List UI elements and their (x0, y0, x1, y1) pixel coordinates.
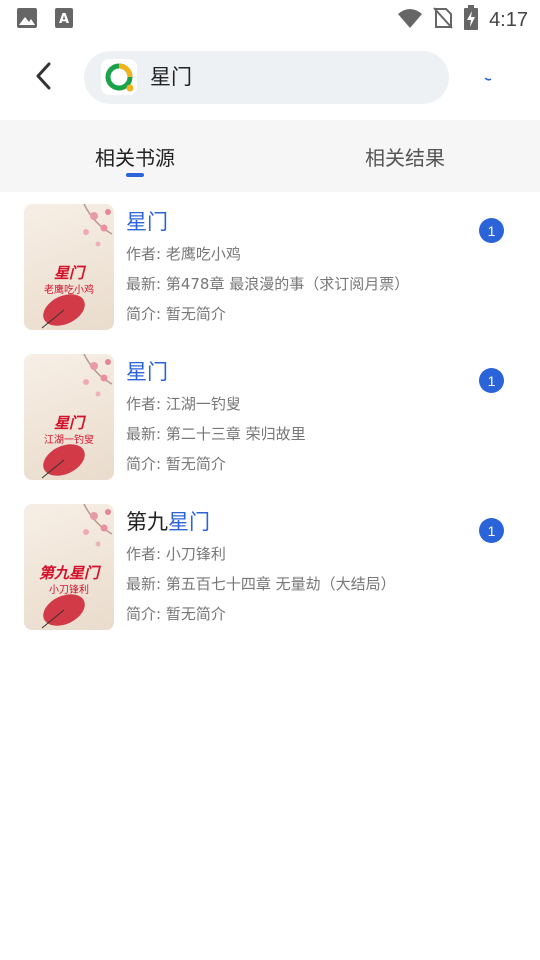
chevron-left-icon (34, 62, 52, 94)
book-author: 作者: 小刀锋利 (126, 545, 226, 563)
font-a-icon: A (54, 7, 74, 33)
tab-related-results[interactable]: 相关结果 (270, 120, 540, 192)
title-highlight: 星门 (126, 210, 168, 234)
battery-charging-icon (463, 5, 479, 35)
source-count-badge: 1 (479, 368, 504, 393)
book-title: 第九星门 (126, 506, 210, 536)
cover-author: 江湖一钓叟 (44, 435, 94, 446)
book-latest-chapter: 最新: 第二十三章 荣归故里 (126, 425, 306, 443)
search-header (0, 36, 540, 120)
book-title: 星门 (126, 356, 168, 386)
cover-title: 星门 (53, 264, 84, 282)
result-list: 星门 老鹰吃小鸡 星门 作者: 老鹰吃小鸡 最新: 第478章 最浪漫的事（求订… (0, 192, 540, 642)
book-intro: 简介: 暂无简介 (126, 455, 226, 473)
list-item[interactable]: 星门 老鹰吃小鸡 星门 作者: 老鹰吃小鸡 最新: 第478章 最浪漫的事（求订… (0, 192, 540, 342)
cover-title: 星门 (53, 414, 84, 432)
source-count-badge: 1 (479, 518, 504, 543)
back-button[interactable] (28, 60, 58, 96)
book-latest-chapter: 最新: 第478章 最浪漫的事（求订阅月票） (126, 275, 410, 293)
book-latest-chapter: 最新: 第五百七十四章 无量劫（大结局） (126, 575, 396, 593)
image-icon (16, 7, 38, 33)
tab-label: 相关结果 (365, 145, 445, 170)
search-box[interactable] (84, 51, 449, 104)
list-item[interactable]: 星门 江湖一钓叟 星门 作者: 江湖一钓叟 最新: 第二十三章 荣归故里 简介:… (0, 342, 540, 492)
title-highlight: 星门 (168, 510, 210, 534)
tab-active-indicator (126, 173, 144, 177)
wifi-icon (397, 7, 423, 33)
book-intro: 简介: 暂无简介 (126, 305, 226, 323)
book-author: 作者: 江湖一钓叟 (126, 395, 241, 413)
status-bar: A 4:17 (0, 0, 540, 36)
tab-label: 相关书源 (95, 145, 175, 170)
book-cover: 星门 老鹰吃小鸡 (24, 204, 114, 330)
cover-author: 小刀锋利 (49, 585, 89, 596)
tab-related-sources[interactable]: 相关书源 (0, 120, 270, 192)
status-time: 4:17 (489, 8, 528, 31)
book-intro: 简介: 暂无简介 (126, 605, 226, 623)
source-count-badge: 1 (479, 218, 504, 243)
loading-indicator (484, 66, 492, 81)
no-sim-icon (433, 6, 453, 34)
cover-title: 第九星门 (38, 564, 99, 582)
list-item[interactable]: 第九星门 小刀锋利 第九星门 作者: 小刀锋利 最新: 第五百七十四章 无量劫（… (0, 492, 540, 642)
tab-bar: 相关书源 相关结果 (0, 120, 540, 192)
search-input[interactable] (150, 51, 430, 104)
svg-text:A: A (59, 12, 69, 27)
title-prefix: 第九 (126, 510, 168, 534)
cover-author: 老鹰吃小鸡 (44, 285, 94, 296)
book-title: 星门 (126, 206, 168, 236)
book-author: 作者: 老鹰吃小鸡 (126, 245, 241, 263)
book-cover: 星门 江湖一钓叟 (24, 354, 114, 480)
book-cover: 第九星门 小刀锋利 (24, 504, 114, 630)
app-logo-icon (101, 59, 137, 95)
title-highlight: 星门 (126, 360, 168, 384)
